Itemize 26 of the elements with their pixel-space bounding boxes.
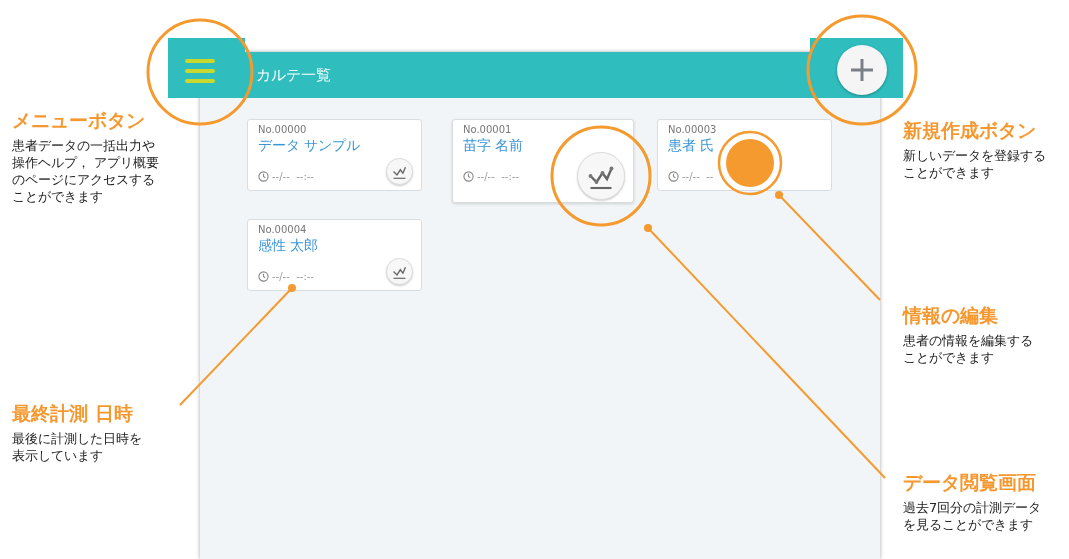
callout-title: データ閲覧画面 xyxy=(903,470,1037,495)
patient-name[interactable]: データ サンプル xyxy=(258,137,411,155)
callout-title: 最終計測 日時 xyxy=(12,401,134,426)
patient-card[interactable]: No.00004 感性 太郎 --/-- --:-- xyxy=(247,219,422,291)
callout-text: 患者データの一括出力や操作ヘルプ， アプリ概要のページにアクセスすることができます xyxy=(12,137,161,205)
callout-text: 新しいデータを登録することができます xyxy=(903,147,1047,181)
callout-text: 過去7回分の計測データを見ることができます xyxy=(903,499,1043,533)
last-measured-time: --/-- --:-- xyxy=(272,171,314,182)
last-measured-time: --/-- -- xyxy=(682,171,714,182)
callout-title: 情報の編集 xyxy=(903,303,999,328)
last-measured-time: --/-- --:-- xyxy=(477,171,519,182)
record-number: No.00001 xyxy=(463,124,513,135)
patient-card[interactable]: No.00001 苗字 名前 --/-- --:-- xyxy=(452,119,634,203)
screen-title: カルテ一覧 xyxy=(256,65,331,85)
record-number: No.00004 xyxy=(258,224,308,235)
patient-name[interactable]: 苗字 名前 xyxy=(463,137,623,155)
patient-name[interactable]: 患者 氏 xyxy=(668,137,821,155)
patient-card[interactable]: No.00000 データ サンプル --/-- --:-- xyxy=(247,119,422,191)
patient-name[interactable]: 感性 太郎 xyxy=(258,237,411,255)
record-number: No.00000 xyxy=(258,124,308,135)
callout-title: メニューボタン xyxy=(12,108,146,133)
record-number: No.00003 xyxy=(668,124,718,135)
callout-text: 患者の情報を編集することができます xyxy=(903,332,1034,366)
last-measured-time: --/-- --:-- xyxy=(272,271,314,282)
callout-text: 最後に計測した日時を表示しています xyxy=(12,430,143,464)
callout-title: 新規作成ボタン xyxy=(903,118,1037,143)
